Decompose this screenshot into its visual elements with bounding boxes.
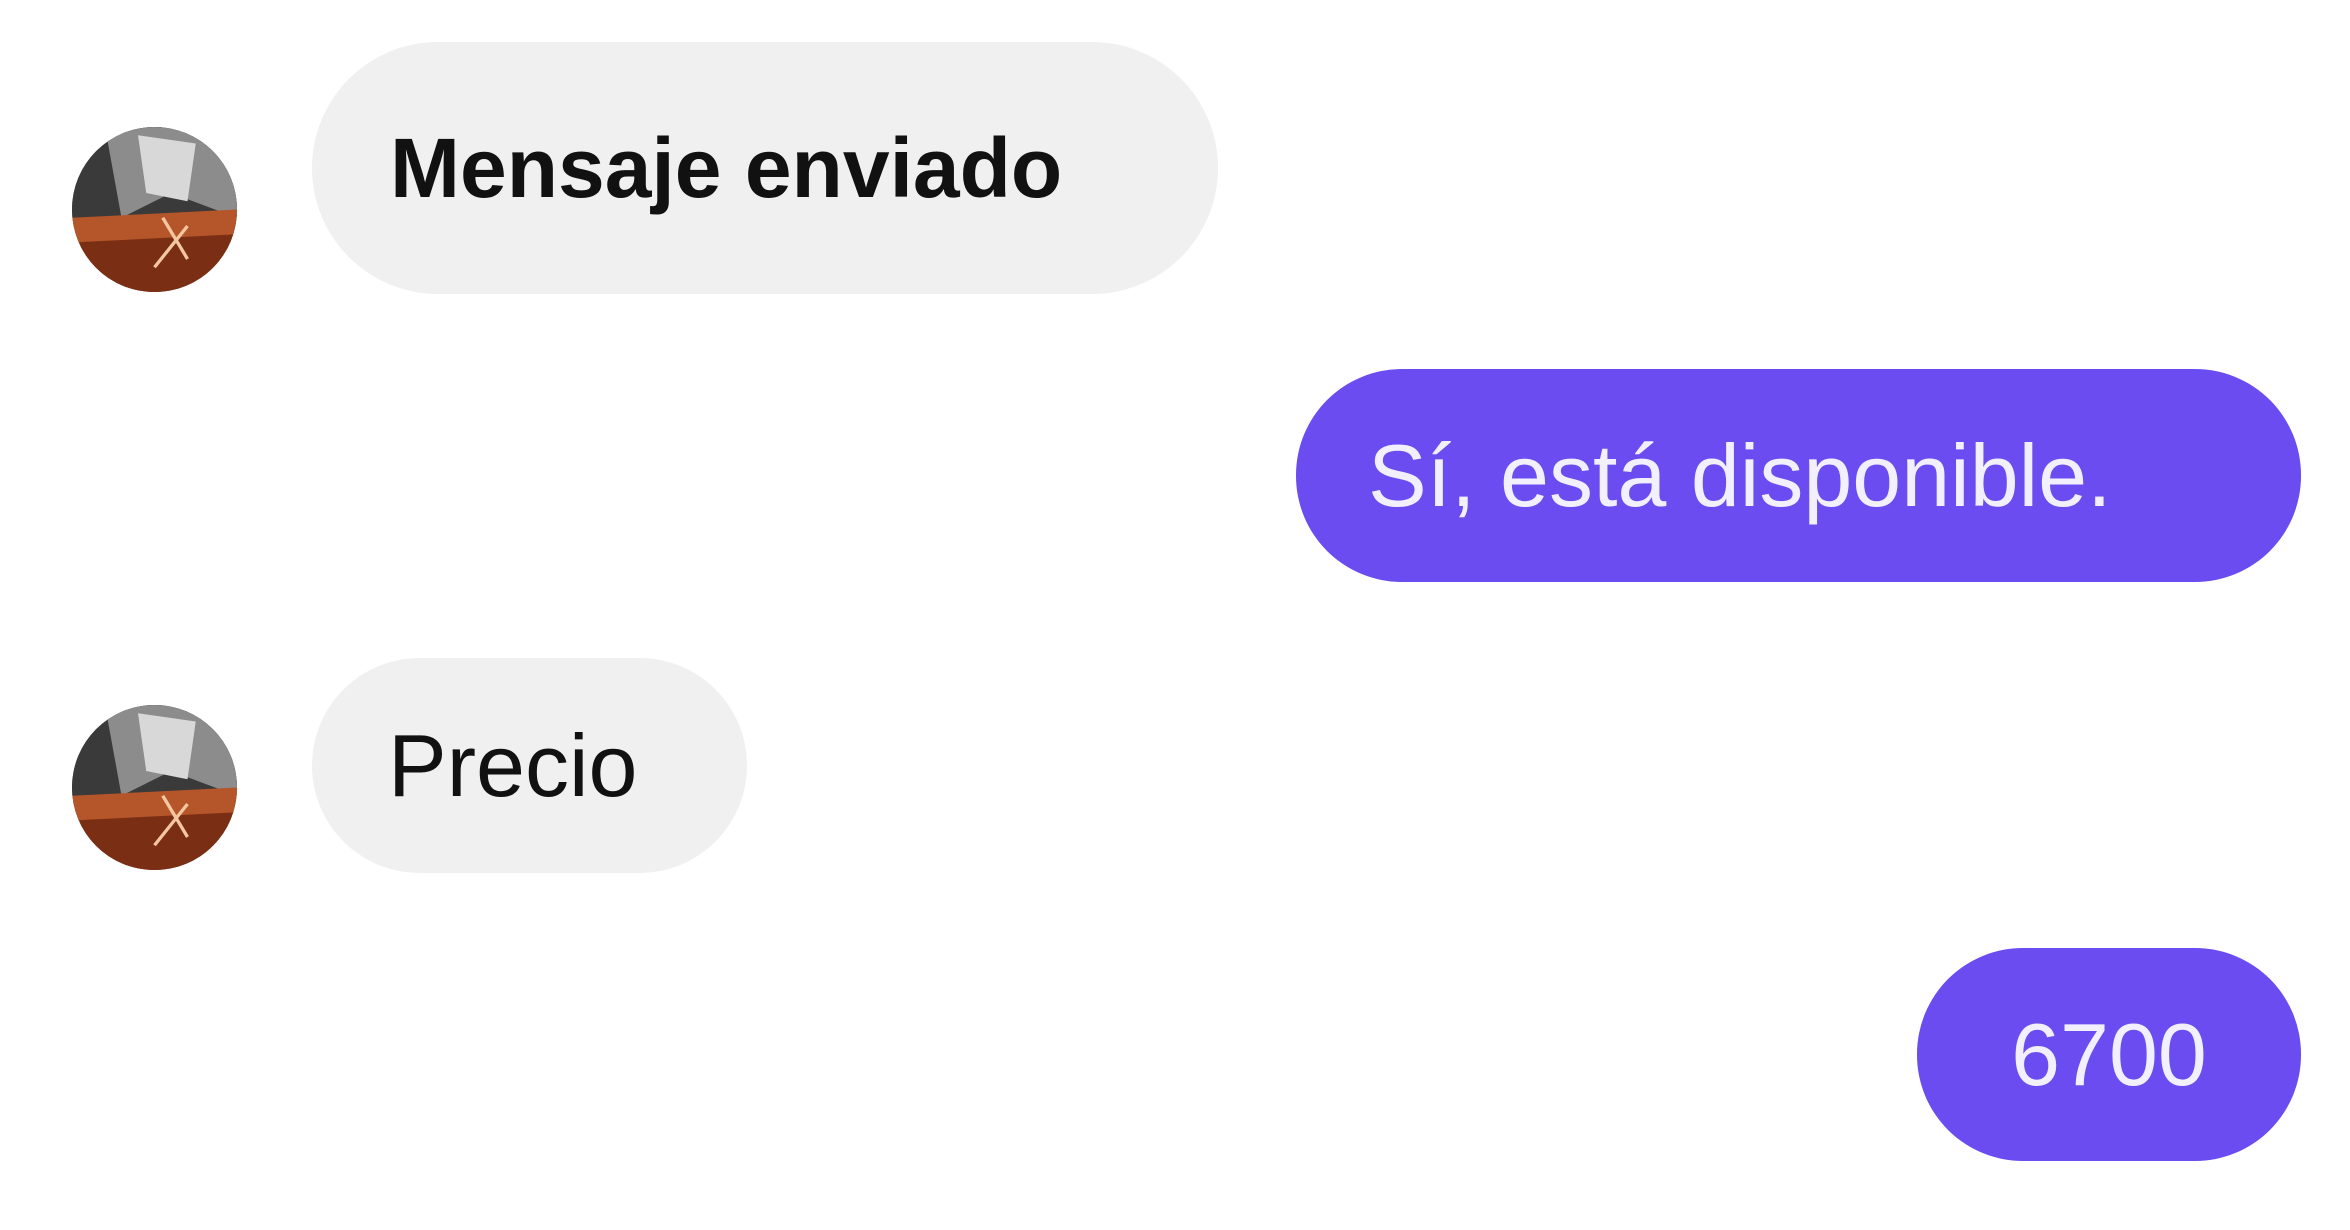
contact-avatar-image [72, 705, 237, 870]
contact-avatar[interactable] [72, 705, 237, 870]
message-bubble-incoming[interactable]: Mensaje enviado [312, 42, 1218, 294]
message-bubble-outgoing[interactable]: Sí, está disponible. [1296, 369, 2301, 582]
message-bubble-outgoing[interactable]: 6700 [1917, 948, 2301, 1161]
message-text: Precio [388, 715, 638, 815]
message-bubble-incoming[interactable]: Precio [312, 658, 747, 873]
contact-avatar-image [72, 127, 237, 292]
message-text: Sí, está disponible. [1368, 425, 2112, 525]
message-text: Mensaje enviado [390, 120, 1063, 215]
message-text: 6700 [2011, 1004, 2207, 1104]
contact-avatar[interactable] [72, 127, 237, 292]
